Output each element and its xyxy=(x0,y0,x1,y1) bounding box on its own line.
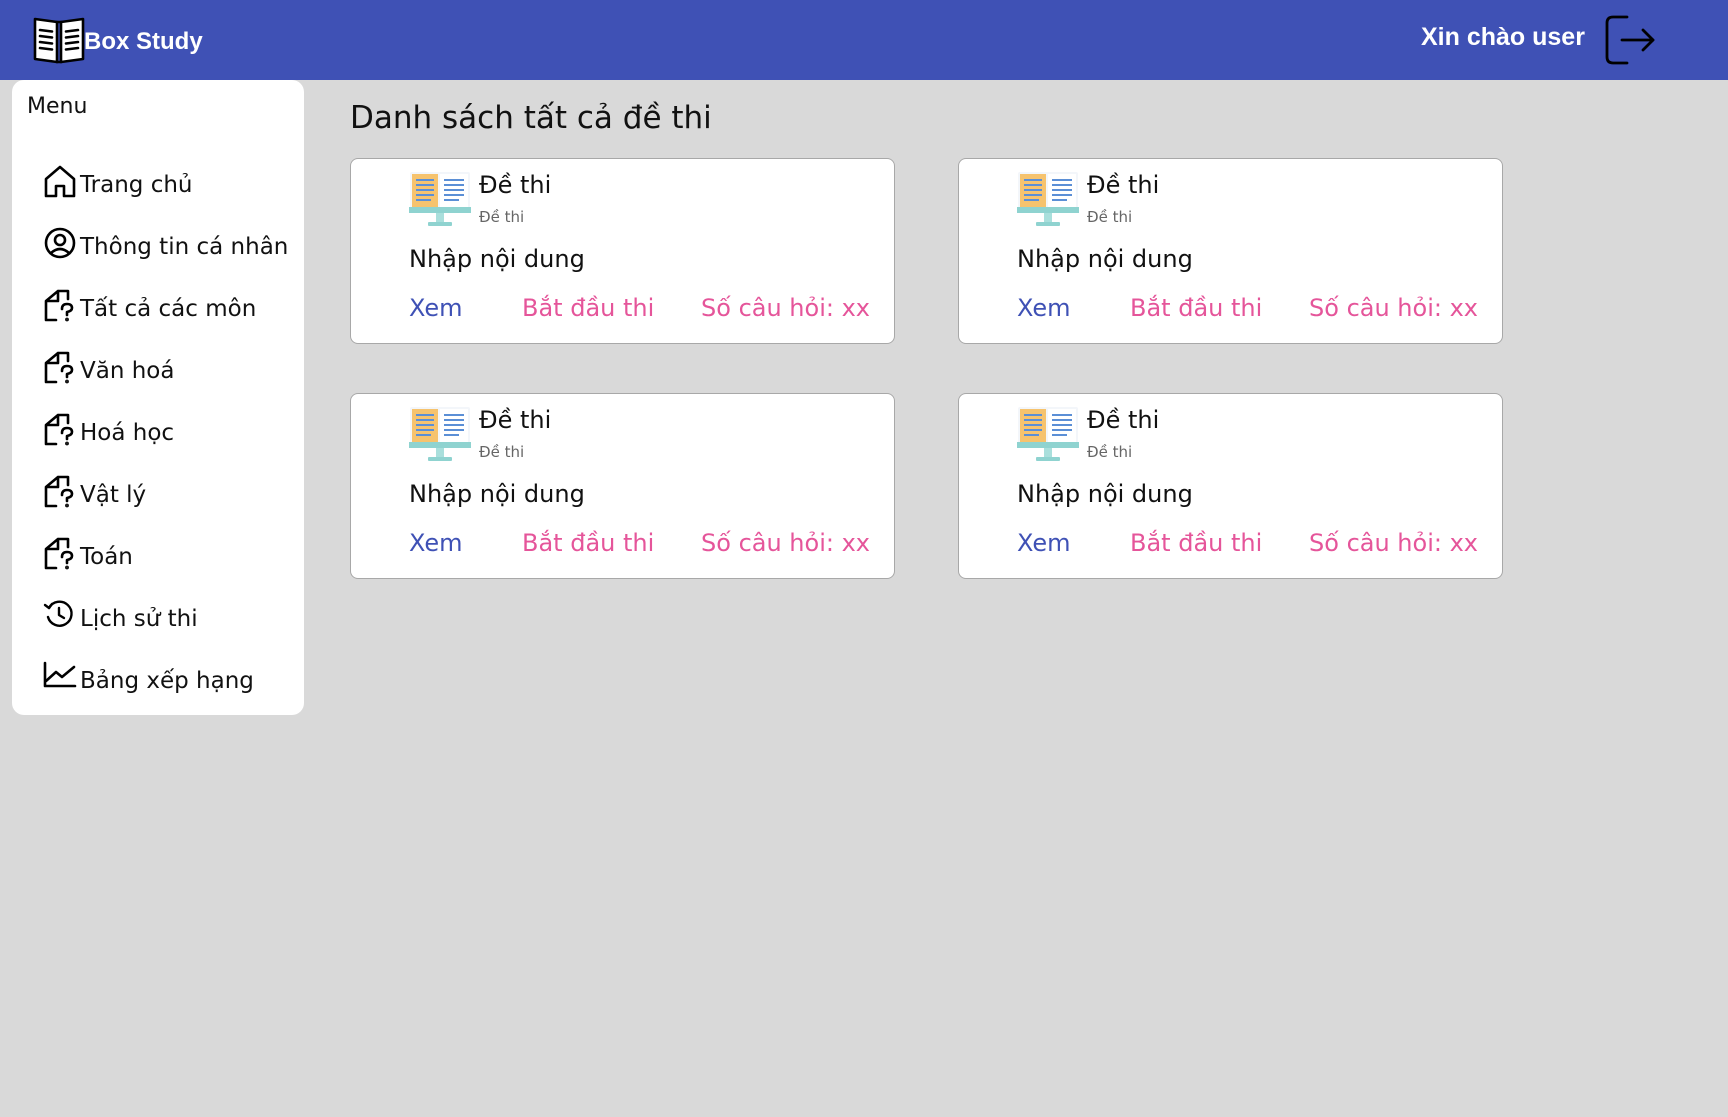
start-exam-link[interactable]: Bắt đầu thi xyxy=(1130,294,1262,322)
exam-computer-icon xyxy=(1017,171,1079,227)
sidebar-item-label: Thông tin cá nhân xyxy=(80,234,289,260)
sidebar-item-exam-history[interactable]: Lịch sử thi xyxy=(42,597,292,637)
exam-content: Nhập nội dung xyxy=(1017,245,1193,273)
file-question-icon xyxy=(42,349,78,389)
exam-content: Nhập nội dung xyxy=(1017,480,1193,508)
exam-subtitle: Đề thi xyxy=(1087,443,1133,461)
exam-subtitle: Đề thi xyxy=(479,443,525,461)
page-title: Danh sách tất cả đề thi xyxy=(350,100,712,136)
view-link[interactable]: Xem xyxy=(1017,529,1071,557)
question-count: Số câu hỏi: xx xyxy=(701,529,870,557)
sidebar-item-leaderboard[interactable]: Bảng xếp hạng xyxy=(42,659,292,699)
exam-card: Đề thi Đề thi Nhập nội dung Xem Bắt đầu … xyxy=(350,393,895,579)
sidebar-item-label: Toán xyxy=(80,544,133,570)
user-greeting: Xin chào user xyxy=(1421,23,1585,51)
view-link[interactable]: Xem xyxy=(1017,294,1071,322)
menu-title: Menu xyxy=(27,94,88,119)
exam-computer-icon xyxy=(409,406,471,462)
exam-computer-icon xyxy=(409,171,471,227)
sidebar-item-chemistry[interactable]: Hoá học xyxy=(42,411,292,451)
start-exam-link[interactable]: Bắt đầu thi xyxy=(522,294,654,322)
exam-title: Đề thi xyxy=(479,171,552,199)
start-exam-link[interactable]: Bắt đầu thi xyxy=(1130,529,1262,557)
line-chart-icon xyxy=(42,659,78,699)
sidebar-item-math[interactable]: Toán xyxy=(42,535,292,575)
user-circle-icon xyxy=(42,225,78,265)
sidebar-item-profile[interactable]: Thông tin cá nhân xyxy=(42,225,292,265)
file-question-icon xyxy=(42,473,78,513)
start-exam-link[interactable]: Bắt đầu thi xyxy=(522,529,654,557)
exam-title: Đề thi xyxy=(1087,406,1160,434)
question-count: Số câu hỏi: xx xyxy=(1309,529,1478,557)
history-icon xyxy=(42,597,78,637)
file-question-icon xyxy=(42,411,78,451)
logout-icon[interactable] xyxy=(1603,13,1657,67)
sidebar: Menu Trang chủ Thông tin cá nhân Tất cả … xyxy=(12,80,304,715)
sidebar-item-label: Hoá học xyxy=(80,420,175,446)
book-logo-icon xyxy=(32,13,86,71)
sidebar-item-label: Trang chủ xyxy=(80,172,193,198)
sidebar-item-label: Bảng xếp hạng xyxy=(80,668,254,694)
sidebar-item-label: Lịch sử thi xyxy=(80,606,198,632)
question-count: Số câu hỏi: xx xyxy=(1309,294,1478,322)
sidebar-item-home[interactable]: Trang chủ xyxy=(42,163,292,203)
exam-subtitle: Đề thi xyxy=(1087,208,1133,226)
sidebar-item-label: Văn hoá xyxy=(80,358,175,384)
brand-title: Box Study xyxy=(84,28,203,55)
sidebar-item-label: Tất cả các môn xyxy=(80,296,257,322)
exam-computer-icon xyxy=(1017,406,1079,462)
sidebar-item-label: Vật lý xyxy=(80,482,147,508)
file-question-icon xyxy=(42,535,78,575)
question-count: Số câu hỏi: xx xyxy=(701,294,870,322)
sidebar-item-physics[interactable]: Vật lý xyxy=(42,473,292,513)
exam-content: Nhập nội dung xyxy=(409,245,585,273)
view-link[interactable]: Xem xyxy=(409,294,463,322)
top-bar: Box Study Xin chào user xyxy=(0,0,1728,80)
view-link[interactable]: Xem xyxy=(409,529,463,557)
exam-subtitle: Đề thi xyxy=(479,208,525,226)
sidebar-item-literature[interactable]: Văn hoá xyxy=(42,349,292,389)
brand[interactable]: Box Study xyxy=(32,13,203,71)
exam-title: Đề thi xyxy=(1087,171,1160,199)
exam-title: Đề thi xyxy=(479,406,552,434)
exam-card: Đề thi Đề thi Nhập nội dung Xem Bắt đầu … xyxy=(958,158,1503,344)
sidebar-item-all-subjects[interactable]: Tất cả các môn xyxy=(42,287,292,327)
home-icon xyxy=(42,163,78,203)
exam-content: Nhập nội dung xyxy=(409,480,585,508)
exam-card: Đề thi Đề thi Nhập nội dung Xem Bắt đầu … xyxy=(350,158,895,344)
file-question-icon xyxy=(42,287,78,327)
exam-card: Đề thi Đề thi Nhập nội dung Xem Bắt đầu … xyxy=(958,393,1503,579)
